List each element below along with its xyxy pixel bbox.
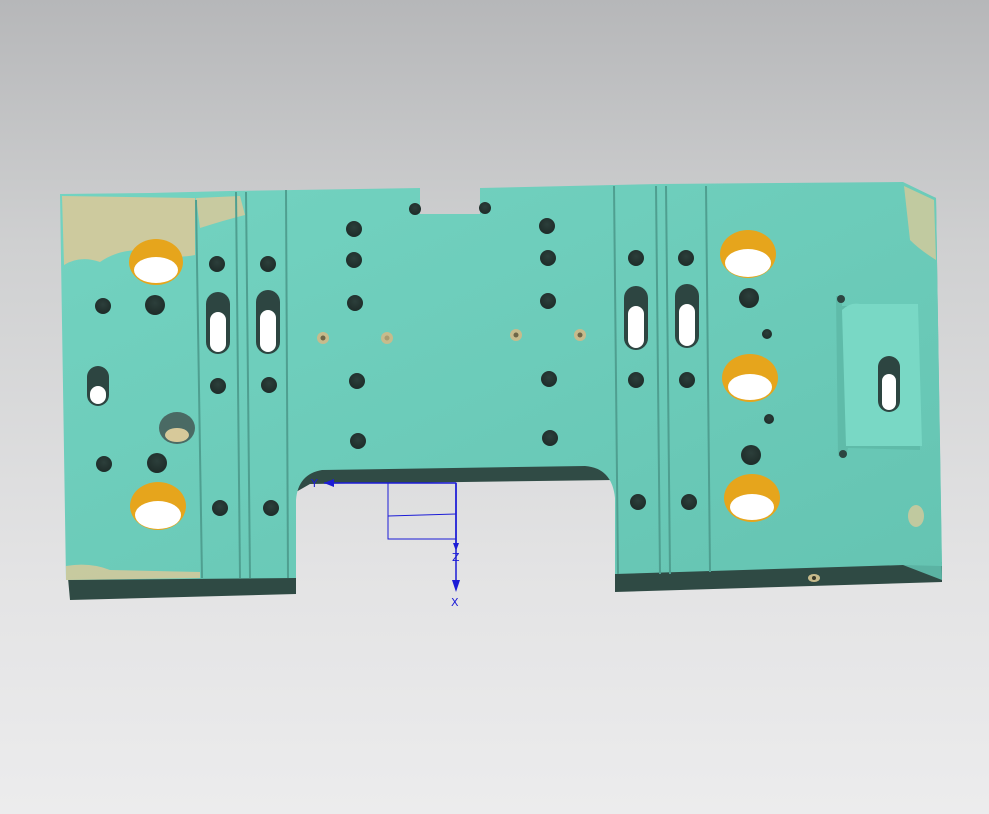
hole[interactable] bbox=[210, 378, 226, 394]
counterbore-hole[interactable] bbox=[129, 239, 183, 285]
hole[interactable] bbox=[628, 372, 644, 388]
hole[interactable] bbox=[764, 414, 774, 424]
pin[interactable] bbox=[317, 332, 329, 344]
pin[interactable] bbox=[574, 329, 586, 341]
hole[interactable] bbox=[409, 203, 421, 215]
hole[interactable] bbox=[346, 221, 362, 237]
hole[interactable] bbox=[95, 298, 111, 314]
hole[interactable] bbox=[540, 250, 556, 266]
hole[interactable] bbox=[147, 453, 167, 473]
counterbore-hole[interactable] bbox=[722, 354, 778, 402]
counterbore-hole[interactable] bbox=[724, 474, 780, 522]
hole[interactable] bbox=[679, 372, 695, 388]
csys-z-label: Z bbox=[452, 551, 460, 564]
hole[interactable] bbox=[540, 293, 556, 309]
hole[interactable] bbox=[541, 371, 557, 387]
hole[interactable] bbox=[346, 252, 362, 268]
counterbore-hole[interactable] bbox=[130, 482, 186, 530]
hole[interactable] bbox=[349, 373, 365, 389]
csys-z-arrow bbox=[453, 543, 459, 551]
hole[interactable] bbox=[96, 456, 112, 472]
side-pocket[interactable] bbox=[836, 295, 922, 458]
hole[interactable] bbox=[681, 494, 697, 510]
pin[interactable] bbox=[381, 332, 393, 344]
hole[interactable] bbox=[542, 430, 558, 446]
hole[interactable] bbox=[347, 295, 363, 311]
cad-scene[interactable]: Y X Z bbox=[0, 0, 989, 814]
hole[interactable] bbox=[212, 500, 228, 516]
hole[interactable] bbox=[145, 295, 165, 315]
pin[interactable] bbox=[510, 329, 522, 341]
hole[interactable] bbox=[628, 250, 644, 266]
hole[interactable] bbox=[261, 377, 277, 393]
hole[interactable] bbox=[739, 288, 759, 308]
csys-y-label: Y bbox=[310, 477, 318, 490]
hole[interactable] bbox=[741, 445, 761, 465]
csys-x-label: X bbox=[451, 596, 459, 609]
counterbore-hole[interactable] bbox=[159, 412, 195, 444]
hole[interactable] bbox=[479, 202, 491, 214]
hole[interactable] bbox=[539, 218, 555, 234]
hole[interactable] bbox=[209, 256, 225, 272]
counterbore-hole[interactable] bbox=[720, 230, 776, 278]
csys-x-arrow bbox=[452, 580, 460, 592]
hole[interactable] bbox=[263, 500, 279, 516]
hole[interactable] bbox=[678, 250, 694, 266]
hole[interactable] bbox=[350, 433, 366, 449]
hole[interactable] bbox=[762, 329, 772, 339]
csys-plane-box bbox=[387, 482, 457, 540]
hole[interactable] bbox=[260, 256, 276, 272]
work-coordinate-system[interactable]: Y X Z bbox=[310, 477, 460, 609]
hole[interactable] bbox=[630, 494, 646, 510]
graphics-viewport[interactable]: Y X Z bbox=[0, 0, 989, 814]
